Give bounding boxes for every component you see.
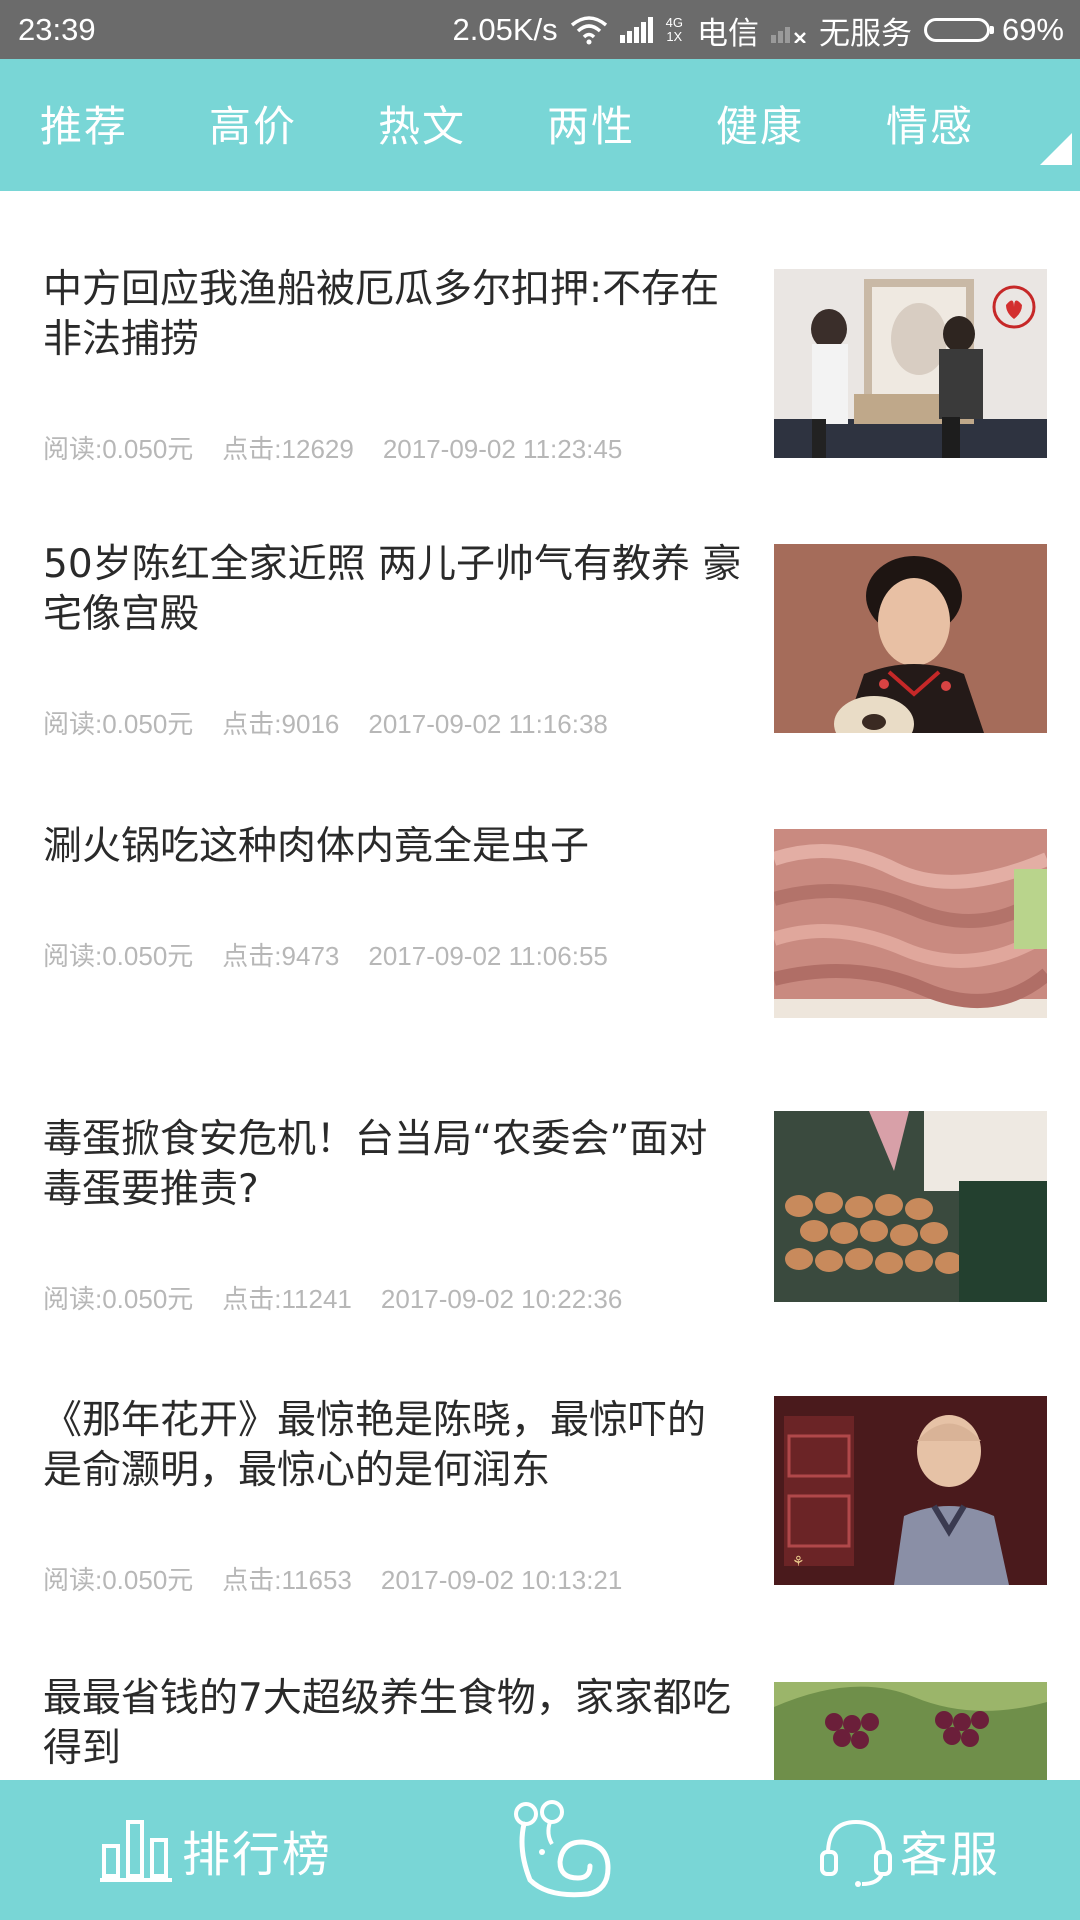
article-meta: 阅读:0.050元 点击:9016 2017-09-02 11:16:38: [43, 704, 637, 741]
article-meta: 阅读:0.050元 点击:11241 2017-09-02 10:22:36: [43, 1279, 651, 1316]
article-title: 50岁陈红全家近照 两儿子帅气有教养 豪宅像宫殿: [43, 542, 742, 637]
article-item[interactable]: 毒蛋掀食安危机！台当局“农委会”面对毒蛋要推责? 阅读:0.050元 点击:112…: [0, 1043, 1080, 1326]
raw-meat-thumbnail: [774, 829, 1047, 1018]
article-read-reward: 阅读:0.050元: [43, 941, 194, 971]
signal-bars-icon: [619, 17, 654, 43]
article-title: 毒蛋掀食安危机！台当局“农委会”面对毒蛋要推责?: [43, 1117, 708, 1212]
article-time: 2017-09-02 11:16:38: [368, 709, 608, 739]
net-speed: 2.05K/s: [452, 12, 558, 47]
battery-percent: 69%: [1001, 12, 1064, 47]
customer-service-button[interactable]: 客服: [818, 1780, 1000, 1920]
article-item[interactable]: 中方回应我渔船被厄瓜多尔扣押:不存在非法捕捞 阅读:0.050元 点击:12629…: [0, 191, 1080, 476]
network-type-1x: 1X: [666, 29, 683, 44]
no-signal-icon: [770, 17, 807, 43]
article-title: 中方回应我渔船被厄瓜多尔扣押:不存在非法捕捞: [43, 267, 720, 362]
article-meta: 阅读:0.050元 点击:11653 2017-09-02 10:13:21: [43, 1560, 651, 1597]
article-title: 《那年花开》最惊艳是陈晓，最惊吓的是俞灏明，最惊心的是何润东: [43, 1398, 707, 1493]
tab-high-price[interactable]: 高价: [209, 93, 297, 154]
svg-text:⚘: ⚘: [792, 1554, 805, 1570]
article-clicks: 点击:11241: [222, 1284, 352, 1314]
headset-icon: [820, 1819, 892, 1887]
tab-gender[interactable]: 两性: [547, 93, 635, 154]
article-clicks: 点击:11653: [222, 1565, 352, 1595]
article-clicks: 点击:9016: [222, 709, 340, 739]
network-type: 4G 1X: [666, 16, 683, 44]
carrier-name: 电信: [696, 15, 759, 51]
article-time: 2017-09-02 10:22:36: [380, 1284, 623, 1314]
article-item[interactable]: 《那年花开》最惊艳是陈晓，最惊吓的是俞灏明，最惊心的是何润东 阅读:0.050元…: [0, 1326, 1080, 1610]
couple-photo-thumbnail: [774, 269, 1047, 458]
article-meta: 阅读:0.050元 点击:9473 2017-09-02 11:06:55: [43, 936, 637, 973]
bar-chart-icon: [100, 1820, 172, 1882]
article-item[interactable]: 涮火锅吃这种肉体内竟全是虫子 阅读:0.050元 点击:9473 2017-09-0…: [0, 760, 1080, 1043]
wifi-icon: [570, 15, 608, 45]
article-item[interactable]: 最最省钱的7大超级养生食物，家家都吃得到: [0, 1610, 1080, 1780]
status-time: 23:39: [18, 12, 96, 47]
article-time: 2017-09-02 11:23:45: [382, 434, 623, 464]
status-indicators: 2.05K/s 4G 1X 电信 无服务 69%: [452, 8, 1064, 52]
network-type-4g: 4G: [665, 15, 683, 30]
article-title: 涮火锅吃这种肉体内竟全是虫子: [43, 824, 590, 869]
eggs-thumbnail: [774, 1111, 1047, 1302]
tab-hot[interactable]: 热文: [378, 93, 466, 154]
article-read-reward: 阅读:0.050元: [43, 709, 194, 739]
ranking-label: 排行榜: [182, 1827, 333, 1883]
more-tabs-corner-icon[interactable]: [1040, 133, 1072, 165]
article-time: 2017-09-02 11:06:55: [368, 941, 608, 971]
snail-mascot-icon: [514, 1800, 611, 1898]
article-item[interactable]: 50岁陈红全家近照 两儿子帅气有教养 豪宅像宫殿 阅读:0.050元 点击:901…: [0, 476, 1080, 760]
woman-with-dog-thumbnail: [774, 544, 1047, 733]
customer-service-label: 客服: [900, 1827, 1001, 1883]
article-read-reward: 阅读:0.050元: [43, 434, 194, 464]
actor-portrait-thumbnail: ⚘: [774, 1396, 1047, 1585]
battery-icon: [923, 18, 994, 42]
article-clicks: 点击:9473: [222, 941, 340, 971]
status-bar: 23:39 2.05K/s 4G 1X 电信 无服务 69%: [0, 0, 1080, 59]
tab-emotion[interactable]: 情感: [886, 93, 974, 154]
tab-recommend[interactable]: 推荐: [40, 93, 128, 154]
article-clicks: 点击:12629: [222, 434, 354, 464]
grapes-thumbnail: [774, 1682, 1047, 1780]
article-read-reward: 阅读:0.050元: [43, 1284, 194, 1314]
article-read-reward: 阅读:0.050元: [43, 1565, 194, 1595]
article-feed: 中方回应我渔船被厄瓜多尔扣押:不存在非法捕捞 阅读:0.050元 点击:12629…: [0, 191, 1080, 1780]
article-title: 最最省钱的7大超级养生食物，家家都吃得到: [43, 1676, 731, 1771]
tab-health[interactable]: 健康: [716, 93, 804, 154]
snail-mascot-button[interactable]: [508, 1780, 612, 1920]
bottom-bar: 排行榜 客服: [0, 1780, 1080, 1920]
article-time: 2017-09-02 10:13:21: [380, 1565, 623, 1595]
category-tabs: 推荐 高价 热文 两性 健康 情感: [0, 59, 1080, 191]
ranking-button[interactable]: 排行榜: [100, 1780, 332, 1920]
service-status: 无服务: [818, 15, 912, 51]
article-meta: 阅读:0.050元 点击:12629 2017-09-02 11:23:45: [43, 429, 651, 466]
